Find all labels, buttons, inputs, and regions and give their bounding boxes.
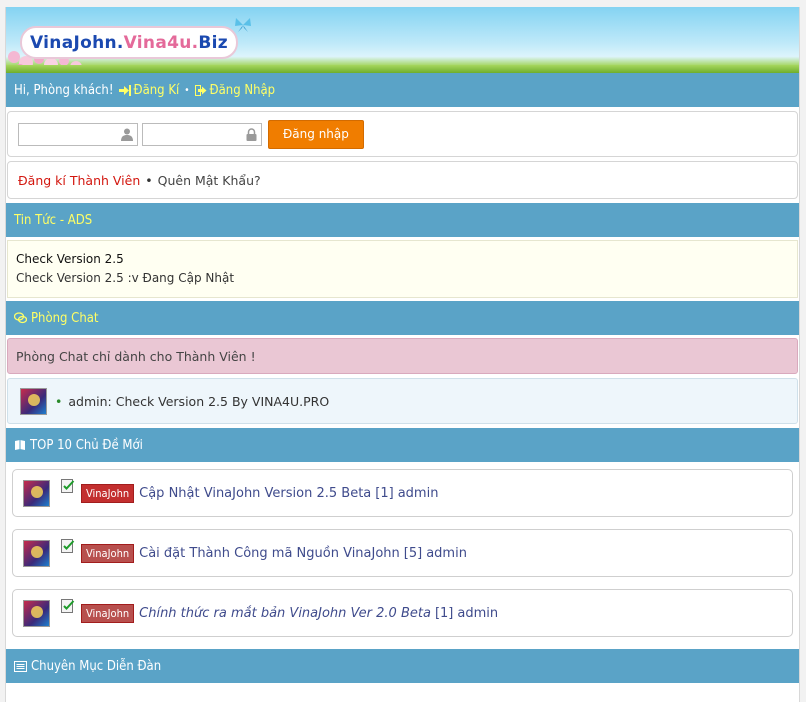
butterfly-icon: [235, 18, 251, 32]
topic-title[interactable]: Cài đặt Thành Công mã Nguồn VinaJohn: [139, 546, 400, 561]
username-input[interactable]: [19, 123, 137, 145]
login-submit-button[interactable]: Đăng nhập: [268, 119, 364, 149]
topic-author[interactable]: admin: [457, 606, 498, 621]
separator-dot: •: [145, 172, 153, 188]
logo-text-part1: VinaJohn.: [30, 32, 124, 53]
topic-row[interactable]: VinaJohn Cài đặt Thành Công mã Nguồn Vin…: [12, 529, 793, 577]
logo-text-part3: Biz: [198, 32, 228, 53]
separator-dot: •: [184, 84, 190, 96]
topic-title[interactable]: Cập Nhật VinaJohn Version 2.5 Beta: [139, 486, 371, 501]
checklist-icon: [61, 539, 75, 553]
topic-reply-count: [1]: [434, 605, 454, 621]
topic-tag: VinaJohn: [81, 603, 135, 623]
password-field-wrap: [142, 122, 262, 146]
topic-reply-count: [5]: [403, 545, 423, 561]
list-icon: [14, 660, 27, 672]
forum-categories-header: Chuyên Mục Diễn Đàn: [6, 649, 799, 683]
password-input[interactable]: [143, 123, 261, 145]
chat-message-text: admin: Check Version 2.5 By VINA4U.PRO: [68, 393, 330, 409]
logo-text-part2: Vina4u.: [123, 32, 199, 53]
topic-tag: VinaJohn: [81, 543, 135, 563]
book-icon: [14, 439, 26, 451]
news-item: Check Version 2.5 Check Version 2.5 :v Đ…: [7, 240, 798, 298]
bullet-dot: •: [55, 393, 63, 409]
topic-author[interactable]: admin: [426, 546, 467, 561]
register-link-label: Đăng Kí: [133, 82, 180, 98]
news-header: Tin Tức - ADS: [6, 203, 799, 237]
news-header-title: Tin Tức - ADS: [14, 212, 93, 228]
login-form: Đăng nhập: [7, 111, 798, 157]
register-row: Đăng kí Thành Viên • Quên Mật Khẩu?: [7, 161, 798, 199]
avatar[interactable]: [23, 599, 50, 627]
topic-row[interactable]: VinaJohn Cập Nhật VinaJohn Version 2.5 B…: [12, 469, 793, 517]
topic-author[interactable]: admin: [398, 486, 439, 501]
site-banner: VinaJohn. Vina4u. Biz: [6, 7, 799, 73]
chat-header-title: Phòng Chat: [31, 310, 99, 326]
topic-title[interactable]: Chính thức ra mắt bản VinaJohn Ver 2.0 B…: [139, 606, 431, 621]
chat-members-only-note: Phòng Chat chỉ dành cho Thành Viên !: [7, 338, 798, 374]
register-link[interactable]: Đăng Kí: [118, 82, 180, 98]
greeting-bar: Hi, Phòng khách! Đăng Kí • Đăng Nhập: [6, 73, 799, 107]
avatar[interactable]: [20, 387, 47, 415]
checklist-icon: [61, 599, 75, 613]
register-member-link[interactable]: Đăng kí Thành Viên: [18, 173, 140, 188]
checklist-icon: [61, 479, 75, 493]
topic-reply-count: [1]: [375, 485, 394, 501]
grass-strip: [6, 65, 799, 73]
top-topics-header: TOP 10 Chủ Đề Mới: [6, 428, 799, 462]
topic-tag: VinaJohn: [81, 483, 135, 503]
forgot-password-link[interactable]: Quên Mật Khẩu?: [158, 173, 261, 188]
forum-categories-title: Chuyên Mục Diễn Đàn: [31, 658, 162, 674]
login-link-label: Đăng Nhập: [209, 82, 276, 98]
greeting-text: Hi, Phòng khách!: [14, 82, 114, 98]
top-topics-header-title: TOP 10 Chủ Đề Mới: [30, 437, 143, 453]
login-link[interactable]: Đăng Nhập: [194, 82, 276, 98]
topic-row[interactable]: VinaJohn Chính thức ra mắt bản VinaJohn …: [12, 589, 793, 637]
sign-in-icon: [118, 84, 131, 96]
username-field-wrap: [18, 122, 138, 146]
news-body: Check Version 2.5 :v Đang Cập Nhật: [16, 271, 235, 285]
news-title[interactable]: Check Version 2.5: [16, 250, 789, 269]
avatar[interactable]: [23, 539, 50, 567]
avatar[interactable]: [23, 479, 50, 507]
lock-icon: [246, 127, 257, 141]
chat-header: Phòng Chat: [6, 301, 799, 335]
page: VinaJohn. Vina4u. Biz Hi, Phòng khách! Đ…: [5, 7, 800, 702]
login-icon: [194, 84, 207, 96]
chat-message: • admin: Check Version 2.5 By VINA4U.PRO: [7, 378, 798, 424]
user-icon: [121, 128, 133, 141]
chat-icon: [14, 312, 27, 324]
site-logo[interactable]: VinaJohn. Vina4u. Biz: [20, 26, 238, 59]
